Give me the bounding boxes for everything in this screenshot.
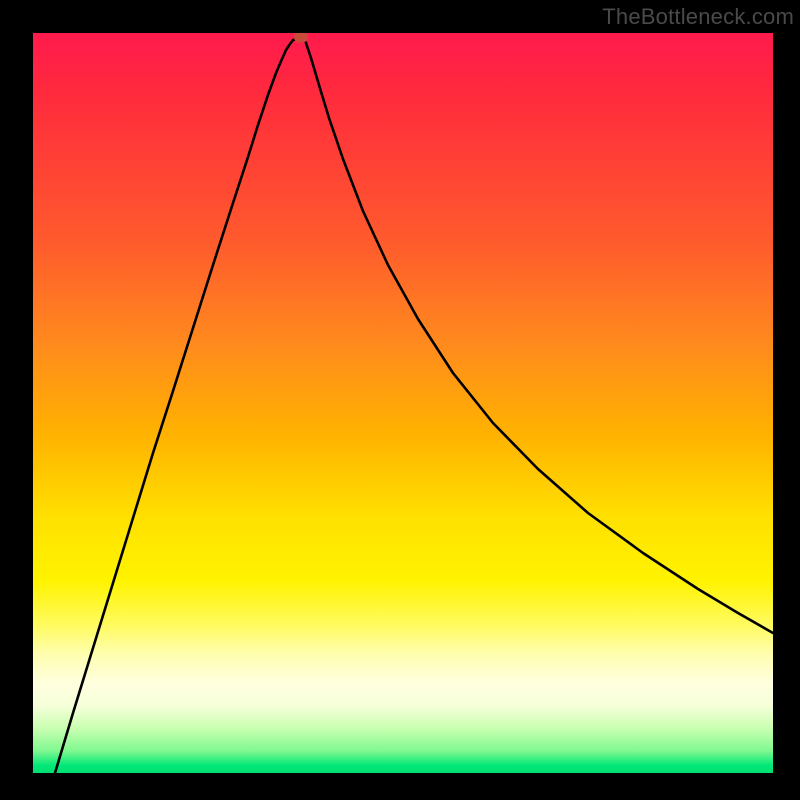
plot-area xyxy=(33,33,773,773)
optimum-marker xyxy=(294,33,308,43)
watermark-text: TheBottleneck.com xyxy=(602,4,794,30)
chart-frame: TheBottleneck.com xyxy=(0,0,800,800)
bottleneck-curve xyxy=(33,33,773,773)
